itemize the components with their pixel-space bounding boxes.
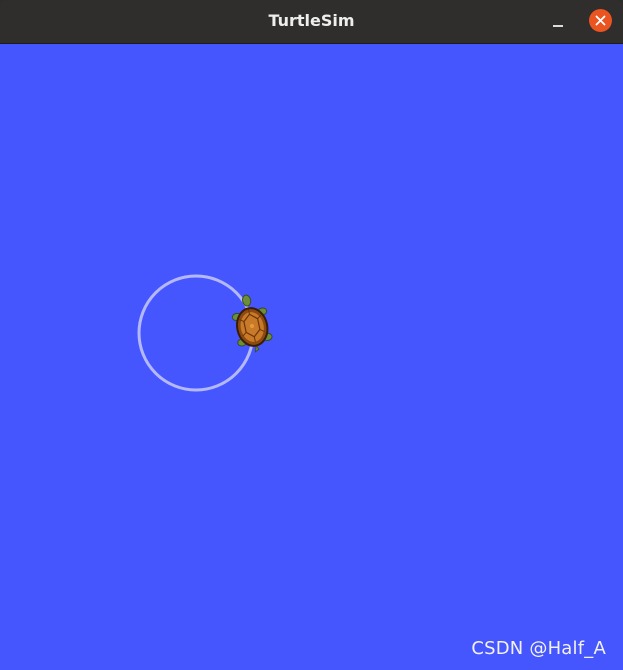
window-title: TurtleSim (268, 11, 355, 30)
pen-trail (137, 274, 255, 392)
turtlesim-window: TurtleSim CSDN @Half_A (0, 0, 623, 670)
turtle-canvas: CSDN @Half_A (0, 44, 623, 670)
minimize-icon (553, 25, 563, 27)
close-icon (595, 15, 606, 26)
turtle-icon (231, 294, 273, 353)
title-bar[interactable]: TurtleSim (0, 0, 623, 44)
watermark-text: CSDN @Half_A (471, 638, 606, 659)
minimize-button[interactable] (546, 10, 570, 34)
close-button[interactable] (589, 9, 612, 32)
